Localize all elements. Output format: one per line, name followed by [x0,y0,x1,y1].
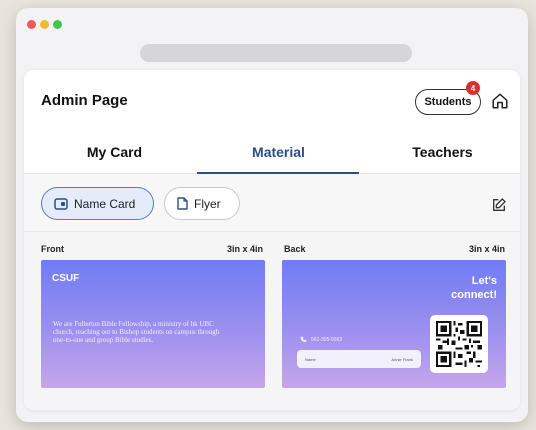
flyer-chip-label: Flyer [194,196,221,211]
material-type-bar: Name Card Flyer [24,174,520,232]
document-icon [177,197,188,210]
cta-line-2: connect! [451,289,497,301]
tab-teachers[interactable]: Teachers [360,132,520,172]
edit-icon[interactable] [491,197,507,213]
notification-badge: 4 [466,81,480,95]
name-card-chip[interactable]: Name Card [41,187,154,220]
contact-field: Name Annie Frank [297,350,421,368]
tab-bar: My Card Material Teachers [24,132,520,174]
name-card-chip-label: Name Card [74,196,136,211]
admin-panel: Admin Page Students 4 My Card Material T… [24,70,520,410]
browser-window: Admin Page Students 4 My Card Material T… [16,8,528,422]
maximize-window-button[interactable] [53,20,62,29]
students-button[interactable]: Students 4 [415,81,481,115]
address-bar[interactable] [140,44,412,62]
front-label: Front [41,244,64,254]
card-previews: Front 3in x 4in Back 3in x 4in CSUF We a… [24,232,520,410]
phone-icon [300,336,307,343]
back-card-preview[interactable]: Let's connect! 562-305-9363 Name Annie F… [282,260,506,388]
card-icon [54,197,68,210]
card-organization: CSUF [52,273,80,284]
front-size: 3in x 4in [227,244,264,254]
close-window-button[interactable] [27,20,36,29]
tab-material[interactable]: Material [196,132,361,172]
card-description: We are Fullerton Bible Fellowship, a min… [53,320,220,344]
cta-line-1: Let's [471,275,497,287]
home-icon[interactable] [491,92,509,110]
qr-code-icon [436,321,482,367]
contact-name-label: Name [305,356,316,362]
back-size: 3in x 4in [469,244,506,254]
tab-my-card[interactable]: My Card [32,132,197,172]
phone-number: 562-305-9363 [311,336,343,343]
back-label: Back [284,244,306,254]
flyer-chip[interactable]: Flyer [164,187,240,220]
contact-name-value: Annie Frank [391,356,413,362]
card-call-to-action: Let's connect! [417,274,497,302]
front-card-preview[interactable]: CSUF We are Fullerton Bible Fellowship, … [41,260,265,388]
title-bar [16,8,528,68]
minimize-window-button[interactable] [40,20,49,29]
phone-row: 562-305-9363 [300,336,342,343]
page-title: Admin Page [41,92,128,109]
qr-code [430,315,488,373]
page-header: Admin Page Students 4 [24,70,520,132]
students-button-label: Students [424,96,472,108]
